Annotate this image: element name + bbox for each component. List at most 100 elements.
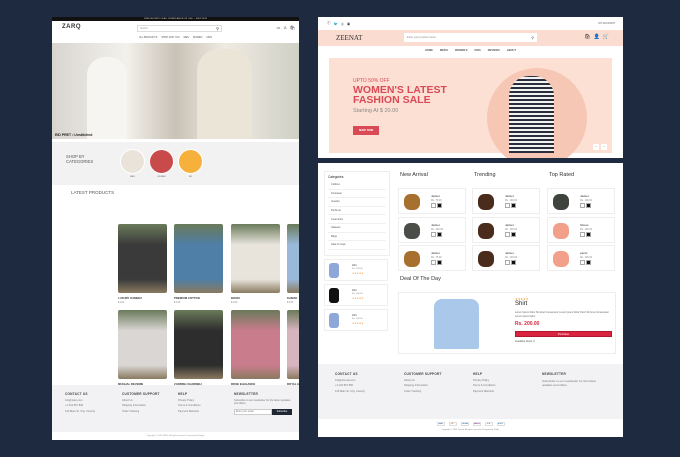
side-product-card[interactable]: shirt Rs. 200.00 ★★★★★ <box>324 259 388 281</box>
email-link[interactable]: info@zeenat.com <box>335 379 365 382</box>
product-card[interactable]: Jacket Rs. 100.00 <box>472 245 540 271</box>
search-icon[interactable]: ⚲ <box>531 36 534 40</box>
add-to-cart-button[interactable] <box>437 203 442 208</box>
side-product-card[interactable]: shirt Rs. 200.00 ★★★★★ <box>324 309 388 331</box>
wishlist-button[interactable] <box>580 231 585 237</box>
add-to-cart-button[interactable] <box>511 203 516 208</box>
product-card[interactable]: ROSE ELEGANCE$ 100 <box>231 310 280 390</box>
wishlist-button[interactable] <box>505 203 510 208</box>
category-item[interactable]: Glasses <box>328 224 386 233</box>
phone-link[interactable]: +1 234 567 890 <box>335 384 365 387</box>
footer-link[interactable]: About Us <box>404 379 442 382</box>
nav-kids[interactable]: KIDS <box>206 36 212 39</box>
product-card[interactable]: Jacket Rs. 100.00 <box>472 216 540 243</box>
newsletter-email-input[interactable] <box>234 408 272 415</box>
product-card[interactable]: Jacket Rs. 75.00 <box>398 188 466 214</box>
wishlist-button[interactable] <box>431 231 436 237</box>
nav-reviews[interactable]: REVIEWS <box>488 49 500 52</box>
category-item[interactable]: Hats & Caps <box>328 241 386 250</box>
wishlist-button[interactable] <box>505 231 510 237</box>
add-to-cart-button[interactable] <box>437 231 442 237</box>
category-kid[interactable]: KID <box>178 149 203 178</box>
product-card[interactable]: Jacket Rs. 100.00 <box>472 188 540 214</box>
footer-link[interactable]: Shipping Information <box>122 404 160 407</box>
footer-link[interactable]: Terms & Conditions <box>473 384 496 387</box>
instagram-icon[interactable]: ◎ <box>341 22 344 26</box>
add-to-cart-button[interactable] <box>511 231 516 237</box>
add-to-cart-button[interactable] <box>511 260 516 265</box>
category-item[interactable]: Bags <box>328 233 386 242</box>
search-input[interactable]: Search ⚲ <box>137 25 222 32</box>
shop-now-button[interactable]: SHOP NOW <box>353 126 379 135</box>
footer-link[interactable]: Order Tracking <box>404 390 442 393</box>
account-link[interactable]: MY ACCOUNT <box>598 22 615 25</box>
product-card[interactable]: ROYAL HEIRLOOM$ 100 <box>287 310 299 390</box>
product-card[interactable]: PREMIUM COTTON $ 100 <box>174 224 223 304</box>
email-link[interactable]: info@zarq.com <box>65 399 95 402</box>
search-input[interactable]: Enter your product name... ⚲ <box>404 33 537 42</box>
product-card[interactable]: Jacket Rs. 100.00 <box>547 188 615 214</box>
footer-link[interactable]: Payment Methods <box>473 390 496 393</box>
product-card[interactable]: LUXURY KAMEEZ $ 100 <box>118 224 167 304</box>
footer-link[interactable]: Shipping Information <box>404 384 442 387</box>
category-item[interactable]: Footwear <box>328 190 386 199</box>
add-to-cart-button[interactable] <box>586 260 591 265</box>
footer-link[interactable]: Payment Methods <box>178 410 201 413</box>
wishlist-button[interactable] <box>505 260 510 265</box>
currency-icon[interactable]: ▭ <box>277 25 281 30</box>
footer-link[interactable]: Privacy Policy <box>178 399 201 402</box>
logo[interactable]: ZARQ <box>62 24 81 30</box>
product-card[interactable]: Jacket Rs. 75.00 <box>398 245 466 271</box>
category-item[interactable]: Jewelry <box>328 198 386 207</box>
nav-mens[interactable]: MEN'S <box>440 49 448 52</box>
user-icon[interactable]: ♙ <box>283 25 287 30</box>
nav-shop-for-you[interactable]: SHOP FOR YOU <box>161 36 179 39</box>
side-product-card[interactable]: shirt Rs. 150.00 ★★★★★ <box>324 284 388 306</box>
product-card[interactable]: KAMAK $ 100 <box>287 224 299 304</box>
nav-all-products[interactable]: ALL PRODUCTS <box>139 36 157 39</box>
nav-women[interactable]: WOMEN <box>193 36 202 39</box>
footer-link[interactable]: Order Tracking <box>122 410 160 413</box>
wishlist-button[interactable] <box>580 260 585 265</box>
nav-kids[interactable]: KIDS <box>475 49 481 52</box>
nav-about[interactable]: ABOUT <box>507 49 516 52</box>
product-card[interactable]: BOSKI $ 100 <box>231 224 280 304</box>
cart-icon[interactable]: 🛍 <box>290 25 295 30</box>
twitter-icon[interactable]: 🐦 <box>334 22 338 26</box>
category-item[interactable]: Perfume <box>328 207 386 216</box>
wishlist-button[interactable] <box>431 260 436 265</box>
product-card[interactable]: ZARRISH CHARMELI$ 100 <box>174 310 223 390</box>
bag-icon[interactable]: 🛍 <box>584 34 590 40</box>
product-card[interactable]: Shoes Rs. 125.00 <box>547 216 615 243</box>
category-women[interactable]: WOMEN <box>149 149 174 178</box>
cart-icon[interactable]: 🛒 <box>603 34 609 40</box>
nav-men[interactable]: MEN <box>184 36 189 39</box>
hero-banner[interactable]: EID PRET • Unstitched <box>52 43 299 139</box>
add-to-cart-button[interactable] <box>586 203 591 208</box>
prev-slide-button[interactable]: ‹ <box>593 144 599 150</box>
wishlist-button[interactable] <box>580 203 585 208</box>
facebook-icon[interactable]: ⓕ <box>327 21 331 26</box>
footer-link[interactable]: Terms & Conditions <box>178 404 201 407</box>
next-slide-button[interactable]: › <box>601 144 607 150</box>
product-card[interactable]: Jacket Rs. 100.00 <box>398 216 466 243</box>
category-item[interactable]: Cosmetics <box>328 215 386 224</box>
nav-womens[interactable]: WOMEN'S <box>455 49 468 52</box>
phone-link[interactable]: +1 234 567 890 <box>65 404 95 407</box>
subscribe-button[interactable]: Subscribe <box>272 408 292 415</box>
nav-home[interactable]: HOME <box>425 49 433 52</box>
purchase-button[interactable]: Purchase <box>515 331 612 337</box>
add-to-cart-button[interactable] <box>586 231 591 237</box>
category-men[interactable]: MEN <box>120 149 145 178</box>
footer-link[interactable]: About Us <box>122 399 160 402</box>
product-card[interactable]: pants Rs. 125.00 <box>547 245 615 271</box>
search-icon[interactable]: ⚲ <box>216 26 219 31</box>
footer-link[interactable]: Privacy Policy <box>473 379 496 382</box>
product-card[interactable]: MUGHAL REVERIE$ 100 <box>118 310 167 390</box>
add-to-cart-button[interactable] <box>437 260 442 265</box>
logo[interactable]: ZEENAT <box>336 34 362 42</box>
user-icon[interactable]: 👤 <box>594 34 600 40</box>
category-item[interactable]: Clothes <box>328 181 386 190</box>
linkedin-icon[interactable]: ▣ <box>347 22 350 26</box>
wishlist-button[interactable] <box>431 203 436 208</box>
